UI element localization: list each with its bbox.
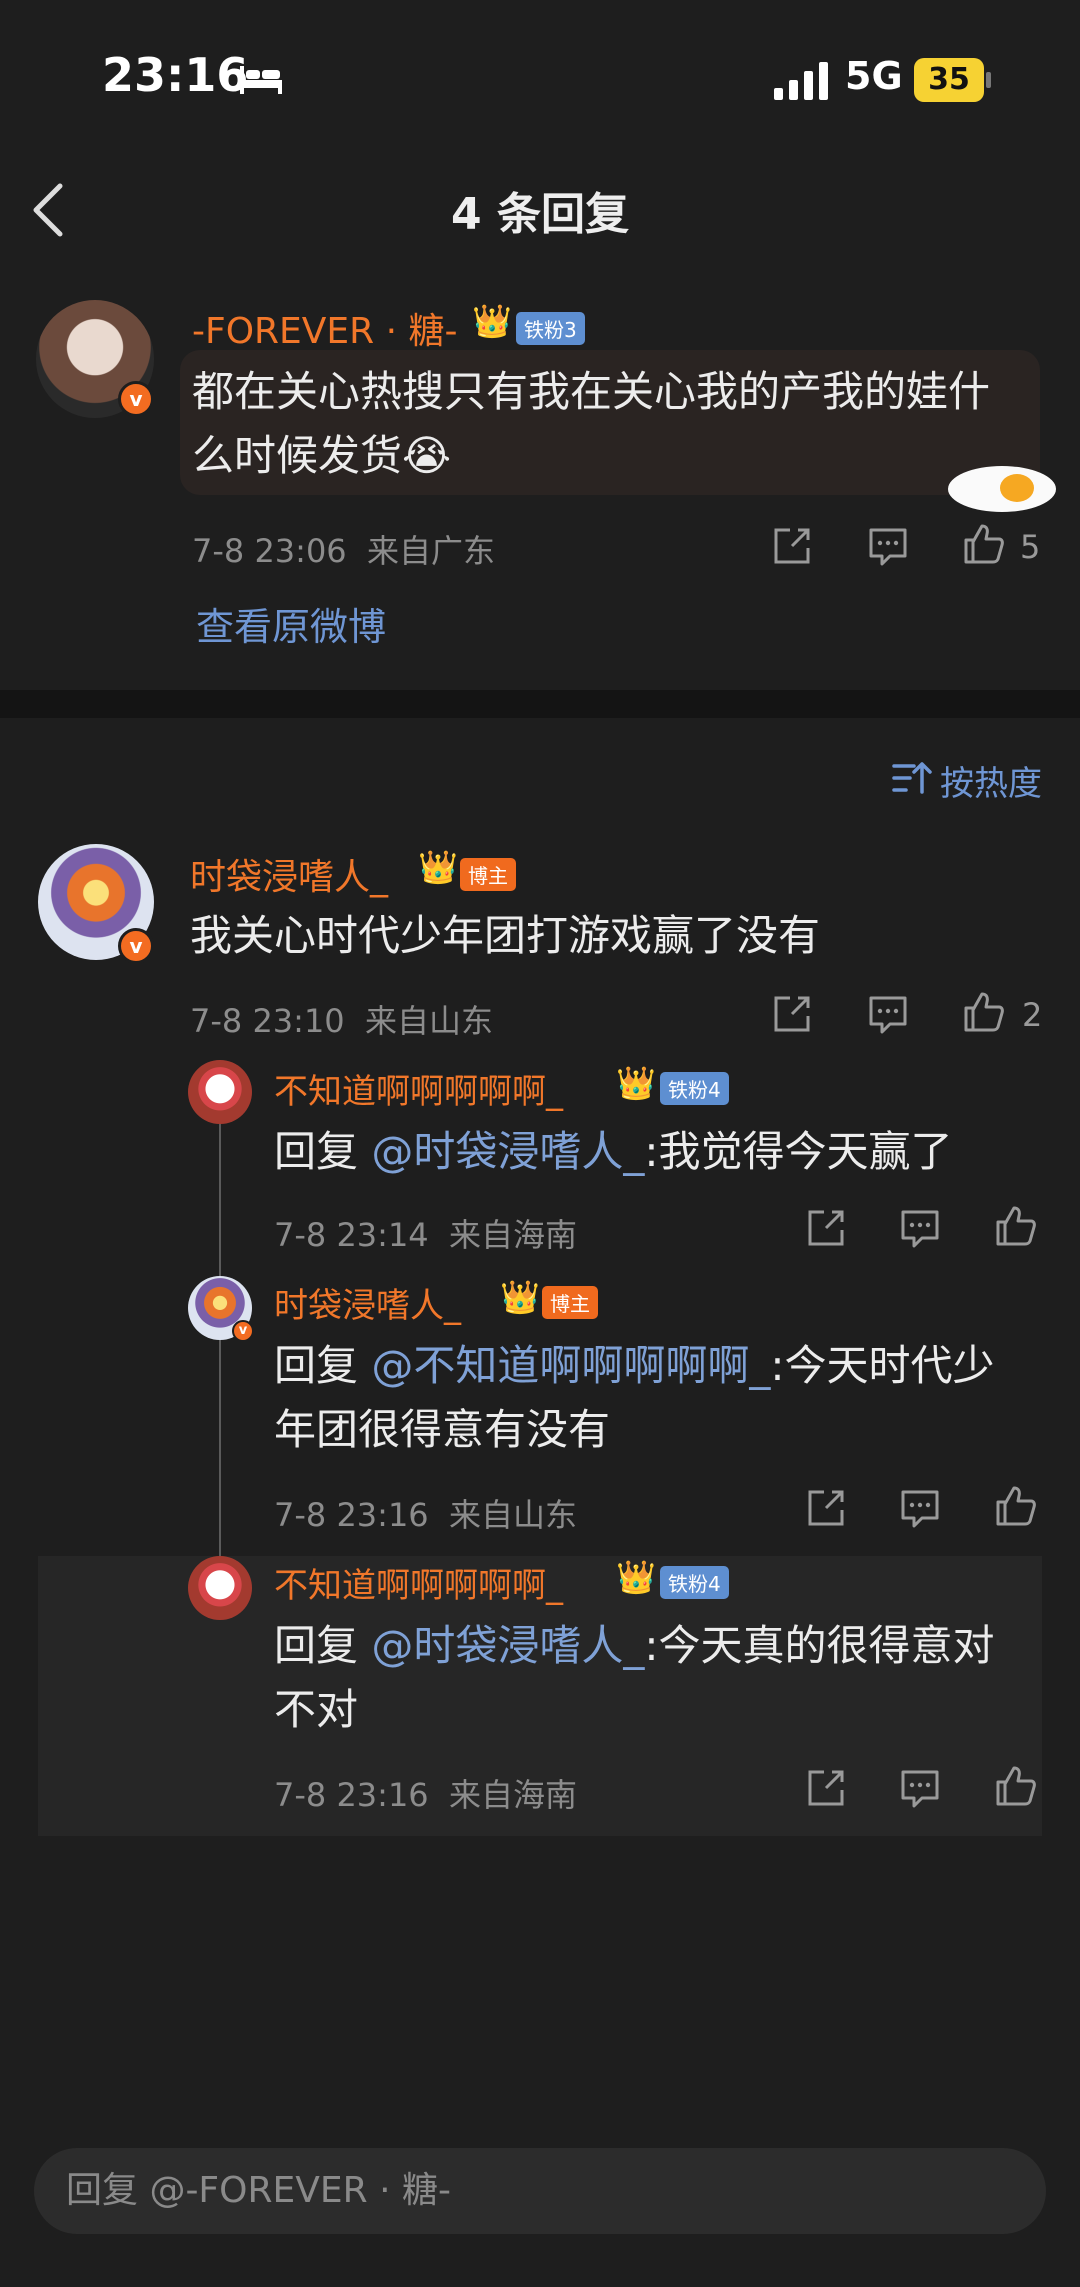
status-time: 23:16 <box>102 48 249 102</box>
signal-icon <box>774 62 828 100</box>
sleep-mode-icon <box>240 66 282 94</box>
comment-icon[interactable] <box>898 1486 942 1530</box>
reply-time: 7-8 23:10 来自山东 <box>190 1002 494 1040</box>
username[interactable]: -FOREVER · 糖- <box>192 302 458 354</box>
comment-time: 7-8 23:06 来自广东 <box>192 532 496 570</box>
comment-icon[interactable] <box>898 1766 942 1810</box>
host-badge: 博主 <box>460 858 516 891</box>
username[interactable]: 时袋浸嗜人_ <box>190 848 388 900</box>
like-icon[interactable] <box>994 1484 1038 1528</box>
crown-icon: 👑 <box>500 1278 540 1316</box>
comment-icon[interactable] <box>866 524 910 568</box>
fan-badge: 铁粉4 <box>660 1072 729 1105</box>
network-type: 5G <box>845 54 903 98</box>
crown-icon: 👑 <box>472 302 512 340</box>
avatar[interactable] <box>188 1060 252 1124</box>
username[interactable]: 时袋浸嗜人_ <box>274 1278 461 1327</box>
mention-link[interactable]: @不知道啊啊啊啊啊_ <box>371 1341 770 1390</box>
username[interactable]: 不知道啊啊啊啊啊_ <box>274 1558 563 1607</box>
share-icon[interactable] <box>804 1206 848 1250</box>
page-title: 4 条回复 <box>451 189 629 240</box>
comment-icon[interactable] <box>866 992 910 1036</box>
verified-icon: v <box>118 381 154 417</box>
comment-text: 都在关心热搜只有我在关心我的产我的娃什么时候发货😭 <box>192 367 991 480</box>
reply-text: 回复 @时袋浸嗜人_:今天真的很得意对不对 <box>274 1621 995 1734</box>
share-icon[interactable] <box>804 1766 848 1810</box>
share-icon[interactable] <box>804 1486 848 1530</box>
sort-by-hot-button[interactable]: 按热度 <box>940 756 1042 805</box>
crown-icon: 👑 <box>616 1558 656 1596</box>
like-count: 5 <box>1020 528 1041 566</box>
mention-link[interactable]: @时袋浸嗜人_ <box>371 1621 644 1670</box>
avatar[interactable] <box>188 1556 252 1620</box>
like-icon[interactable] <box>962 522 1006 566</box>
like-icon[interactable] <box>962 990 1006 1034</box>
reply-text: 回复 @时袋浸嗜人_:我觉得今天赢了 <box>274 1127 953 1176</box>
reply-time: 7-8 23:16 来自山东 <box>274 1496 578 1534</box>
reply-text: 回复 @不知道啊啊啊啊啊_:今天时代少年团很得意有没有 <box>274 1341 995 1454</box>
crown-icon: 👑 <box>418 848 458 886</box>
battery-cap <box>986 72 991 88</box>
share-icon[interactable] <box>770 992 814 1036</box>
fan-badge: 铁粉4 <box>660 1566 729 1599</box>
view-original-link[interactable]: 查看原微博 <box>196 596 386 651</box>
fan-badge: 铁粉3 <box>516 312 585 345</box>
share-icon[interactable] <box>770 524 814 568</box>
crown-icon: 👑 <box>616 1064 656 1102</box>
verified-icon: v <box>232 1320 254 1342</box>
egg-decoration-icon <box>948 466 1056 512</box>
username[interactable]: 不知道啊啊啊啊啊_ <box>274 1064 563 1113</box>
host-badge: 博主 <box>542 1286 598 1319</box>
reply-time: 7-8 23:16 来自海南 <box>274 1776 578 1814</box>
like-count: 2 <box>1022 996 1043 1034</box>
section-divider <box>0 690 1080 718</box>
like-icon[interactable] <box>994 1204 1038 1248</box>
reply-time: 7-8 23:14 来自海南 <box>274 1216 578 1254</box>
mention-link[interactable]: @时袋浸嗜人_ <box>371 1127 644 1176</box>
thread-line <box>219 1115 221 1565</box>
battery-icon: 35 <box>914 58 984 102</box>
comment-icon[interactable] <box>898 1206 942 1250</box>
verified-icon: v <box>118 928 154 964</box>
sort-icon[interactable] <box>892 760 932 796</box>
crying-emoji: 😭 <box>402 431 452 480</box>
reply-input[interactable]: 回复 @-FOREVER · 糖- <box>34 2148 1046 2234</box>
like-icon[interactable] <box>994 1764 1038 1808</box>
reply-text: 我关心时代少年团打游戏赢了没有 <box>190 911 821 960</box>
